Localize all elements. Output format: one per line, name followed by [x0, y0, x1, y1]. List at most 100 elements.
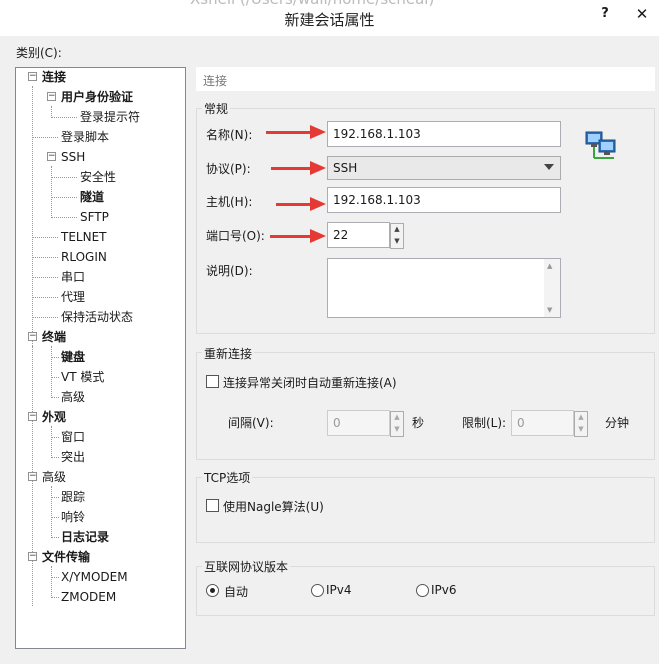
tree-line [51, 486, 52, 538]
reconnect-group [196, 352, 655, 460]
tree-item-terminal-advanced[interactable]: 高级 [61, 388, 85, 406]
tree-line [51, 517, 59, 518]
annotation-arrow [271, 161, 326, 175]
tree-item-logging[interactable]: 日志记录 [61, 528, 109, 546]
category-tree[interactable]: − 连接 − 用户身份验证 登录提示符 登录脚本 − SSH 安全性 隧道 SF… [15, 67, 186, 649]
tree-item-telnet[interactable]: TELNET [61, 228, 107, 246]
ip-auto-label: 自动 [224, 585, 249, 599]
host-label: 主机(H): [206, 195, 253, 209]
tree-item-sftp[interactable]: SFTP [80, 208, 109, 226]
description-label: 说明(D): [206, 264, 253, 278]
auto-reconnect-label: 连接异常关闭时自动重新连接(A) [223, 376, 397, 390]
scroll-up-icon[interactable]: ▲ [547, 262, 552, 270]
scrollbar[interactable]: ▲ ▼ [544, 259, 560, 317]
tree-item-terminal[interactable]: 终端 [42, 328, 66, 346]
interval-unit: 秒 [412, 416, 425, 430]
category-label: 类别(C): [16, 46, 62, 60]
ipv6-label: IPv6 [431, 583, 457, 597]
tree-item-connection[interactable]: 连接 [42, 68, 66, 86]
tree-item-file-transfer[interactable]: 文件传输 [42, 548, 90, 566]
tree-line [51, 497, 59, 498]
protocol-select[interactable]: SSH [327, 156, 561, 180]
tree-item-highlight[interactable]: 突出 [61, 448, 85, 466]
tree-item-tunnel[interactable]: 隧道 [80, 188, 104, 206]
tree-line [51, 377, 59, 378]
tree-line [32, 237, 58, 238]
auto-reconnect-checkbox[interactable] [206, 375, 219, 388]
tree-line [51, 577, 59, 578]
collapse-icon[interactable]: − [28, 472, 37, 481]
collapse-icon[interactable]: − [47, 92, 56, 101]
annotation-arrow [266, 125, 326, 139]
tree-line [51, 437, 59, 438]
description-textarea[interactable]: ▲ ▼ [327, 258, 561, 318]
host-input[interactable]: 192.168.1.103 [327, 187, 561, 213]
collapse-icon[interactable]: − [28, 332, 37, 341]
tree-item-trace[interactable]: 跟踪 [61, 488, 85, 506]
reconnect-group-title: 重新连接 [202, 345, 255, 362]
tree-line [51, 217, 77, 218]
port-input[interactable]: 22 [327, 222, 390, 248]
spin-up-icon[interactable]: ▲ [391, 412, 403, 424]
tree-item-ssh[interactable]: SSH [61, 148, 85, 166]
tree-item-appearance[interactable]: 外观 [42, 408, 66, 426]
collapse-icon[interactable]: − [28, 72, 37, 81]
tree-item-xymodem[interactable]: X/YMODEM [61, 568, 128, 586]
scroll-down-icon[interactable]: ▼ [547, 306, 552, 314]
tree-line [51, 457, 59, 458]
help-button[interactable]: ? [595, 6, 615, 21]
collapse-icon[interactable]: − [28, 412, 37, 421]
tree-item-login-prompt[interactable]: 登录提示符 [80, 108, 140, 126]
ipv4-radio[interactable] [311, 584, 324, 597]
tree-item-security[interactable]: 安全性 [80, 168, 116, 186]
tree-item-login-script[interactable]: 登录脚本 [61, 128, 109, 146]
close-button[interactable]: ✕ [625, 0, 659, 28]
tree-line [51, 597, 59, 598]
port-label: 端口号(O): [206, 229, 265, 243]
protocol-label: 协议(P): [206, 162, 251, 176]
tree-item-advanced[interactable]: 高级 [42, 468, 66, 486]
tree-line [51, 426, 52, 458]
spin-down-icon[interactable]: ▼ [391, 236, 403, 248]
limit-input[interactable]: 0 [511, 410, 574, 436]
port-spinner[interactable]: ▲ ▼ [390, 223, 404, 249]
tree-item-keyboard[interactable]: 键盘 [61, 348, 85, 366]
limit-label: 限制(L): [462, 416, 507, 430]
tree-line [51, 197, 77, 198]
ip-version-group-title: 互联网协议版本 [202, 558, 291, 575]
ip-auto-radio[interactable] [206, 584, 219, 597]
spin-down-icon[interactable]: ▼ [391, 424, 403, 436]
tree-item-keepalive[interactable]: 保持活动状态 [61, 308, 133, 326]
tree-line [51, 346, 52, 398]
annotation-arrow [276, 197, 326, 211]
limit-unit: 分钟 [605, 416, 630, 430]
general-group-title: 常规 [202, 100, 231, 117]
tree-line [32, 277, 58, 278]
tree-line [51, 117, 77, 118]
tree-line [32, 86, 33, 348]
background-window-title: Xshell (/Users/wall/home/scheal) [190, 0, 434, 8]
interval-input[interactable]: 0 [327, 410, 390, 436]
spin-up-icon[interactable]: ▲ [575, 412, 587, 424]
tree-item-window[interactable]: 窗口 [61, 428, 85, 446]
ipv6-radio[interactable] [416, 584, 429, 597]
name-input[interactable]: 192.168.1.103 [327, 121, 561, 147]
limit-spinner[interactable]: ▲ ▼ [574, 411, 588, 437]
tree-item-vt-mode[interactable]: VT 模式 [61, 368, 104, 386]
tree-item-rlogin[interactable]: RLOGIN [61, 248, 107, 266]
tree-item-serial[interactable]: 串口 [61, 268, 85, 286]
tree-line [51, 357, 59, 358]
tree-item-zmodem[interactable]: ZMODEM [61, 588, 116, 606]
interval-spinner[interactable]: ▲ ▼ [390, 411, 404, 437]
spin-down-icon[interactable]: ▼ [575, 424, 587, 436]
collapse-icon[interactable]: − [28, 552, 37, 561]
collapse-icon[interactable]: − [47, 152, 56, 161]
spin-up-icon[interactable]: ▲ [391, 224, 403, 236]
tree-line [51, 397, 59, 398]
tree-line [32, 137, 58, 138]
tree-item-proxy[interactable]: 代理 [61, 288, 85, 306]
nagle-checkbox[interactable] [206, 499, 219, 512]
chevron-down-icon [544, 164, 554, 170]
tree-item-bell[interactable]: 响铃 [61, 508, 85, 526]
tree-item-user-auth[interactable]: 用户身份验证 [61, 88, 133, 106]
